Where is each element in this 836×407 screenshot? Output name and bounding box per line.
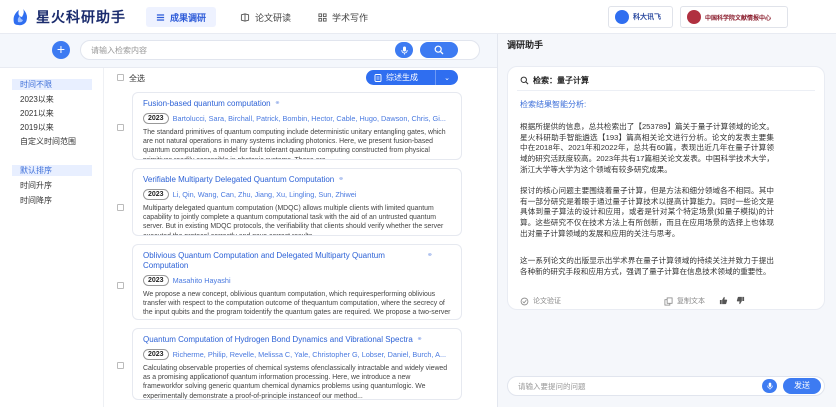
filter-time-2021[interactable]: 2021以来 <box>20 108 54 119</box>
copy-label: 复制文本 <box>677 298 705 305</box>
year-badge: 2023 <box>143 189 169 200</box>
analysis-paragraph: 探讨的核心问题主要围绕着量子计算，但是方法和细分领域各不相同。其中有一部分研究是… <box>520 186 774 238</box>
app-logo[interactable]: 星火科研助手 <box>10 7 126 27</box>
assistant-title: 调研助手 <box>507 40 544 50</box>
generate-review-button[interactable]: 综述生成 ⌄ <box>366 70 458 85</box>
add-button[interactable]: + <box>52 41 70 59</box>
tab-label: 成果调研 <box>170 12 207 23</box>
microphone-icon <box>400 46 408 55</box>
paper-abstract: The standard primitives of quantum compu… <box>143 129 446 159</box>
copy-icon <box>664 296 673 306</box>
link-icon[interactable]: ⚭ <box>427 251 433 261</box>
partner-label: 科大讯飞 <box>633 14 661 21</box>
paper-title[interactable]: Fusion-based quantum computation <box>143 99 271 109</box>
link-icon[interactable]: ⚭ <box>417 335 423 345</box>
tab-label: 学术写作 <box>332 12 369 23</box>
search-placeholder: 请输入检索内容 <box>91 45 147 55</box>
paper-card[interactable]: Verifiable Multiparty Delegated Quantum … <box>132 168 462 236</box>
paper-abstract: Calculating observable properties of che… <box>143 365 448 400</box>
sort-time-asc[interactable]: 时间升序 <box>20 180 52 191</box>
thumbs-down-icon[interactable] <box>736 296 745 305</box>
paper-checkbox[interactable] <box>117 124 124 131</box>
generate-review-label: 综述生成 <box>386 73 418 82</box>
tab-paper-reading[interactable]: 论文研读 <box>230 7 301 27</box>
paper-checkbox[interactable] <box>117 362 124 369</box>
app-title: 星火科研助手 <box>36 9 126 25</box>
filter-time-header[interactable]: 时间不限 <box>12 79 92 90</box>
query-line: 检索：量子计算 <box>520 75 589 86</box>
analysis-label: 检索结果智能分析: <box>520 100 587 109</box>
microphone-icon <box>766 382 773 390</box>
thumbs-up-icon[interactable] <box>719 296 728 305</box>
filter-time-custom[interactable]: 自定义时间范围 <box>20 136 76 147</box>
list-icon <box>156 13 165 21</box>
filter-time-2019[interactable]: 2019以来 <box>20 122 54 133</box>
chat-voice-button[interactable] <box>762 379 777 393</box>
iflytek-logo-icon <box>615 10 629 24</box>
year-badge: 2023 <box>143 113 169 124</box>
book-icon <box>240 12 250 22</box>
link-icon[interactable]: ⚭ <box>338 175 344 185</box>
link-icon[interactable]: ⚭ <box>275 99 281 109</box>
search-icon <box>520 76 529 85</box>
year-badge: 2023 <box>143 349 169 360</box>
filter-sort-header[interactable]: 默认排序 <box>12 165 92 176</box>
paper-checkbox[interactable] <box>117 204 124 211</box>
analysis-paragraph: 根据所提供的信息，总共检索出了【253789】篇关于量子计算领域的论文。星火科研… <box>520 122 774 174</box>
paper-abstract: Multiparty delegated quantum computation… <box>143 205 444 235</box>
paper-authors[interactable]: Li, Qin, Wang, Can, Zhu, Jiang, Xu, Ling… <box>173 190 357 199</box>
paper-checkbox[interactable] <box>117 282 124 289</box>
paper-authors[interactable]: Bartolucci, Sara, Birchall, Patrick, Bom… <box>173 114 446 123</box>
query-label: 检索：量子计算 <box>533 76 589 85</box>
search-icon <box>434 45 444 55</box>
select-all-label: 全选 <box>129 74 145 83</box>
paper-authors[interactable]: Richerme, Philip, Revelle, Melissa C, Ya… <box>173 350 446 359</box>
paper-authors[interactable]: Masahito Hayashi <box>173 276 231 285</box>
filter-time-2023[interactable]: 2023以来 <box>20 94 54 105</box>
sort-time-desc[interactable]: 时间降序 <box>20 195 52 206</box>
year-badge: 2023 <box>143 275 169 286</box>
paper-verify-button[interactable]: 论文验证 <box>520 296 561 306</box>
grid-icon <box>318 12 327 22</box>
paper-abstract: We propose a new concept, oblivious quan… <box>143 291 451 319</box>
paper-card[interactable]: Oblivious Quantum Computation and Delega… <box>132 244 462 320</box>
voice-input-button[interactable] <box>395 42 413 58</box>
partner-cas-library[interactable]: 中国科学院文献情报中心 <box>680 6 788 28</box>
send-button[interactable]: 发送 <box>783 378 821 394</box>
spark-logo-icon <box>13 9 27 26</box>
document-icon <box>374 73 382 82</box>
paper-card[interactable]: Fusion-based quantum computation ⚭ 2023 Ba… <box>132 92 462 160</box>
copy-text-button[interactable]: 复制文本 <box>664 296 705 306</box>
search-button[interactable] <box>420 42 458 58</box>
chevron-down-icon[interactable]: ⌄ <box>436 74 458 82</box>
chat-input[interactable]: 请输入要提问的问题 <box>507 376 825 396</box>
tab-academic-writing[interactable]: 学术写作 <box>308 7 378 27</box>
analysis-paragraph: 这一系列论文的出版显示出学术界在量子计算领域的持续关注并致力于提出各种新的研究手… <box>520 256 774 276</box>
paper-title[interactable]: Oblivious Quantum Computation and Delega… <box>143 251 423 271</box>
partner-label: 中国科学院文献情报中心 <box>705 15 772 22</box>
tab-label: 论文研读 <box>255 12 292 23</box>
paper-card[interactable]: Quantum Computation of Hydrogen Bond Dyn… <box>132 328 462 400</box>
chat-placeholder: 请输入要提问的问题 <box>518 381 586 391</box>
partner-iflytek[interactable]: 科大讯飞 <box>608 6 673 28</box>
verify-label: 论文验证 <box>533 298 561 305</box>
tab-research-results[interactable]: 成果调研 <box>146 7 217 27</box>
cas-seal-icon <box>687 10 701 24</box>
paper-title[interactable]: Verifiable Multiparty Delegated Quantum … <box>143 175 334 185</box>
divider <box>517 90 815 91</box>
paper-title[interactable]: Quantum Computation of Hydrogen Bond Dyn… <box>143 335 413 345</box>
select-all-checkbox[interactable] <box>117 74 124 81</box>
verify-icon <box>520 297 529 305</box>
